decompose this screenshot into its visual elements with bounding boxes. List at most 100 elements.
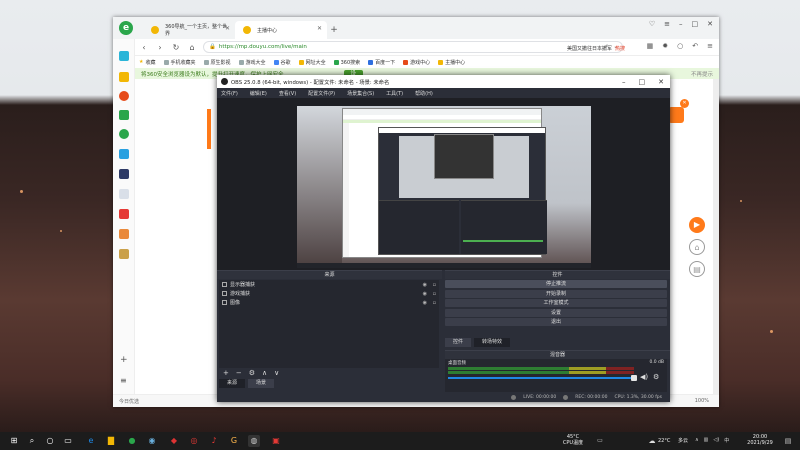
bookmark-item[interactable]: 游戏大全 — [238, 59, 266, 66]
stop-streaming-button[interactable]: 停止推流 — [445, 280, 667, 288]
edge-icon[interactable]: e — [85, 435, 97, 447]
add-source-button[interactable]: + — [223, 369, 229, 377]
menu-view[interactable]: 查看(V) — [279, 90, 296, 97]
menu-icon[interactable]: ≡ — [664, 20, 670, 28]
menu-profile[interactable]: 配置文件(P) — [308, 90, 335, 97]
menu-tools[interactable]: 工具(T) — [386, 90, 403, 97]
lock-icon[interactable]: ▫ — [433, 300, 436, 306]
bookmark-item[interactable]: 原生影视 — [203, 59, 231, 66]
new-tab-button[interactable]: + — [327, 21, 341, 39]
close-window-icon[interactable]: ✕ — [707, 20, 713, 28]
user-icon[interactable]: ○ — [677, 42, 683, 50]
sidebar-app-icon[interactable] — [119, 249, 129, 259]
source-item-game[interactable]: 游戏捕获 ◉ ▫ — [219, 289, 439, 298]
sidebar-app-icon[interactable] — [119, 209, 129, 219]
tab-controls[interactable]: 控件 — [445, 338, 472, 347]
menu-scene-collection[interactable]: 场景集合(S) — [347, 90, 374, 97]
volume-icon[interactable]: ◁) — [713, 437, 719, 444]
bookmark-item[interactable]: 百度一下 — [368, 59, 395, 66]
start-icon[interactable]: ⊞ — [8, 435, 20, 447]
ime-icon[interactable]: 中 — [724, 437, 729, 444]
bookmark-item[interactable]: ★ 收藏 — [139, 59, 156, 66]
close-icon[interactable]: ✕ — [225, 25, 230, 32]
tab-transitions[interactable]: 转场特效 — [474, 338, 511, 347]
lock-icon[interactable]: ▫ — [433, 282, 436, 288]
source-item-display[interactable]: 显示器捕获 ◉ ▫ — [219, 280, 439, 289]
eye-icon[interactable]: ◉ — [423, 282, 427, 288]
bookmark-item[interactable]: 手机收藏夹 — [163, 59, 196, 66]
netease-icon[interactable]: ◎ — [188, 435, 200, 447]
volume-knob[interactable] — [631, 375, 637, 381]
bookmark-item[interactable]: 谷歌 — [273, 59, 291, 66]
sidebar-app-icon[interactable] — [119, 51, 129, 61]
bookmark-item[interactable]: 360搜索 — [333, 59, 360, 66]
tab-anchor-center[interactable]: 主播中心 ✕ — [235, 21, 327, 39]
grid-icon[interactable]: ▦ — [647, 42, 654, 50]
tab-360nav[interactable]: 360导航_一个主页，整个世界 ✕ — [143, 21, 235, 39]
network-icon[interactable]: ▥ — [704, 437, 709, 444]
bookmark-item[interactable]: 网址大全 — [298, 59, 326, 66]
menu-icon[interactable]: ≡ — [120, 376, 127, 385]
play-icon[interactable]: ▶ — [689, 217, 705, 233]
more-icon[interactable]: ≡ — [707, 42, 713, 50]
task-view-icon[interactable]: ▭ — [62, 435, 74, 447]
obs-taskbar-icon[interactable]: ◍ — [248, 435, 260, 447]
zoom-level[interactable]: 100% — [695, 398, 709, 404]
undo-icon[interactable]: ↶ — [692, 42, 698, 50]
move-up-button[interactable]: ∧ — [262, 369, 267, 377]
bookmark-item[interactable]: 游戏中心 — [403, 59, 430, 66]
eye-icon[interactable]: ◉ — [423, 291, 427, 297]
maximize-icon[interactable]: □ — [692, 20, 699, 28]
sidebar-app-icon[interactable] — [119, 91, 129, 101]
steam-icon[interactable]: ◉ — [146, 435, 158, 447]
gift-icon[interactable] — [668, 107, 684, 123]
reload-icon[interactable]: ↻ — [171, 43, 181, 52]
add-icon[interactable]: + — [120, 355, 128, 365]
sidebar-app-icon[interactable] — [119, 149, 129, 159]
chevron-up-icon[interactable]: ∧ — [695, 437, 699, 444]
app-icon[interactable]: ◆ — [168, 435, 180, 447]
douyu-icon[interactable]: ▣ — [270, 435, 282, 447]
shirt-icon[interactable]: ♡ — [649, 20, 655, 28]
speaker-icon[interactable]: ◀) — [640, 373, 648, 381]
search-icon[interactable]: ⌕ — [26, 435, 38, 447]
eye-icon[interactable]: ◉ — [423, 300, 427, 306]
source-item-image[interactable]: 图像 ◉ ▫ — [219, 298, 439, 307]
home-icon[interactable]: ⌂ — [187, 43, 197, 52]
app-icon[interactable]: G — [228, 435, 240, 447]
notification-icon[interactable]: ▤ — [782, 435, 794, 447]
gear-icon[interactable]: ⚙ — [653, 373, 659, 381]
forward-icon[interactable]: › — [155, 43, 165, 52]
menu-help[interactable]: 帮助(H) — [415, 90, 433, 97]
feedback-icon[interactable]: ▤ — [689, 261, 705, 277]
bookmark-item[interactable]: 主播中心 — [438, 59, 465, 66]
minimize-icon[interactable]: – — [622, 78, 626, 86]
360-browser-icon[interactable]: ● — [126, 435, 138, 447]
url-input[interactable]: 🔒 https://mp.douyu.com/live/main ⚡ ⌄ — [203, 41, 623, 53]
home-float-icon[interactable]: ⌂ — [689, 239, 705, 255]
studio-mode-button[interactable]: 工作室模式 — [445, 299, 667, 307]
start-recording-button[interactable]: 开始录制 — [445, 289, 667, 298]
settings-button[interactable]: 设置 — [445, 308, 667, 317]
source-settings-button[interactable]: ⚙ — [249, 369, 255, 377]
clock[interactable]: 20:00 2021/9/29 — [742, 434, 778, 446]
dismiss-notice[interactable]: 不再提示 — [691, 70, 713, 78]
maximize-icon[interactable]: □ — [639, 78, 646, 86]
sidebar-app-icon[interactable] — [119, 72, 129, 82]
back-icon[interactable]: ‹ — [139, 43, 149, 52]
obs-preview[interactable] — [217, 98, 670, 270]
cortana-icon[interactable]: ○ — [44, 435, 56, 447]
menu-edit[interactable]: 编辑(E) — [250, 90, 267, 97]
scrollbar[interactable] — [713, 79, 719, 394]
sidebar-app-icon[interactable] — [119, 129, 129, 139]
close-icon[interactable]: ✕ — [658, 78, 664, 86]
volume-slider[interactable] — [448, 375, 637, 381]
move-down-button[interactable]: ∨ — [274, 369, 279, 377]
lock-icon[interactable]: ▫ — [433, 291, 436, 297]
tab-sources[interactable]: 来源 — [219, 379, 246, 388]
search-box[interactable]: 美国又撤往日本撤军 热搜 — [567, 43, 659, 53]
settings-icon[interactable]: ✹ — [662, 42, 668, 50]
close-icon[interactable]: ✕ — [317, 25, 322, 32]
explorer-icon[interactable]: ▇ — [105, 435, 117, 447]
sidebar-app-icon[interactable] — [119, 229, 129, 239]
